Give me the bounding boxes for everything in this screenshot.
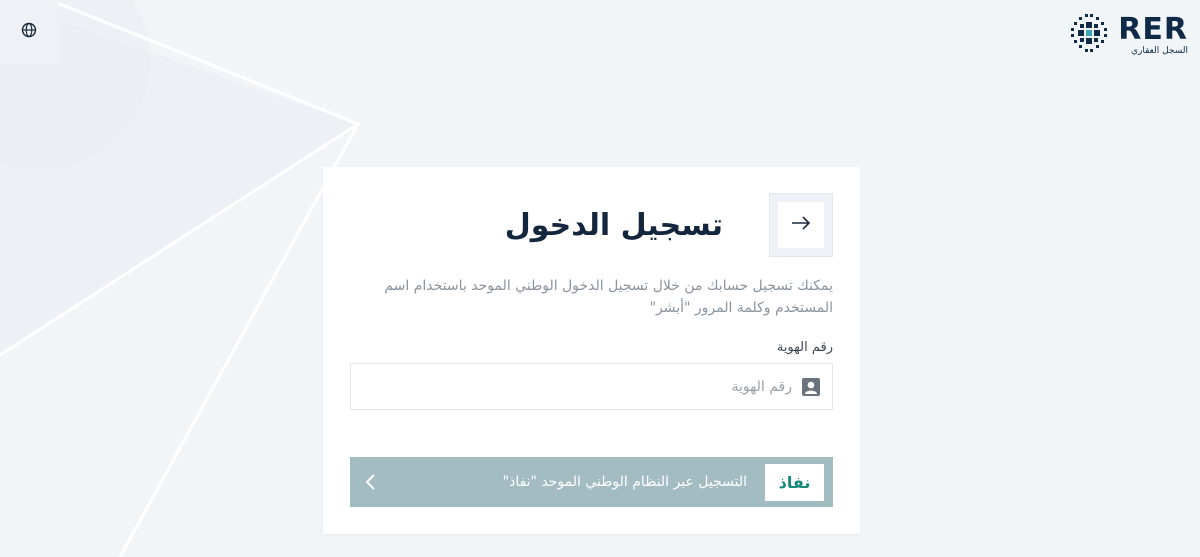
id-number-input[interactable]: [351, 364, 792, 409]
logo-title: RER: [1118, 11, 1188, 47]
rer-logo[interactable]: RER السجل العقاري: [1068, 12, 1188, 58]
user-icon: [802, 377, 820, 396]
id-number-field[interactable]: [350, 363, 833, 410]
login-card: تسجيل الدخول يمكنك تسجيل حسابك من خلال ت…: [323, 167, 860, 534]
login-icon-box: [769, 193, 833, 257]
id-number-label: رقم الهوية: [776, 340, 833, 355]
login-header: تسجيل الدخول: [505, 193, 833, 257]
login-description: يمكنك تسجيل حسابك من خلال تسجيل الدخول ا…: [384, 278, 833, 316]
logo-subtitle: السجل العقاري: [1130, 45, 1188, 56]
arrow-right-icon: [790, 215, 812, 235]
chevron-left-icon: [359, 470, 383, 494]
language-button[interactable]: [0, 0, 58, 64]
nafath-button-label: التسجيل عبر النظام الوطني الموحد "نفاذ": [502, 474, 747, 490]
page-title: تسجيل الدخول: [504, 207, 723, 243]
nafath-logo: نفاذ: [765, 463, 824, 501]
rer-logo-mark-icon: [1068, 12, 1110, 58]
nafath-login-button[interactable]: نفاذ التسجيل عبر النظام الوطني الموحد "ن…: [350, 457, 833, 507]
globe-icon: [21, 22, 37, 42]
